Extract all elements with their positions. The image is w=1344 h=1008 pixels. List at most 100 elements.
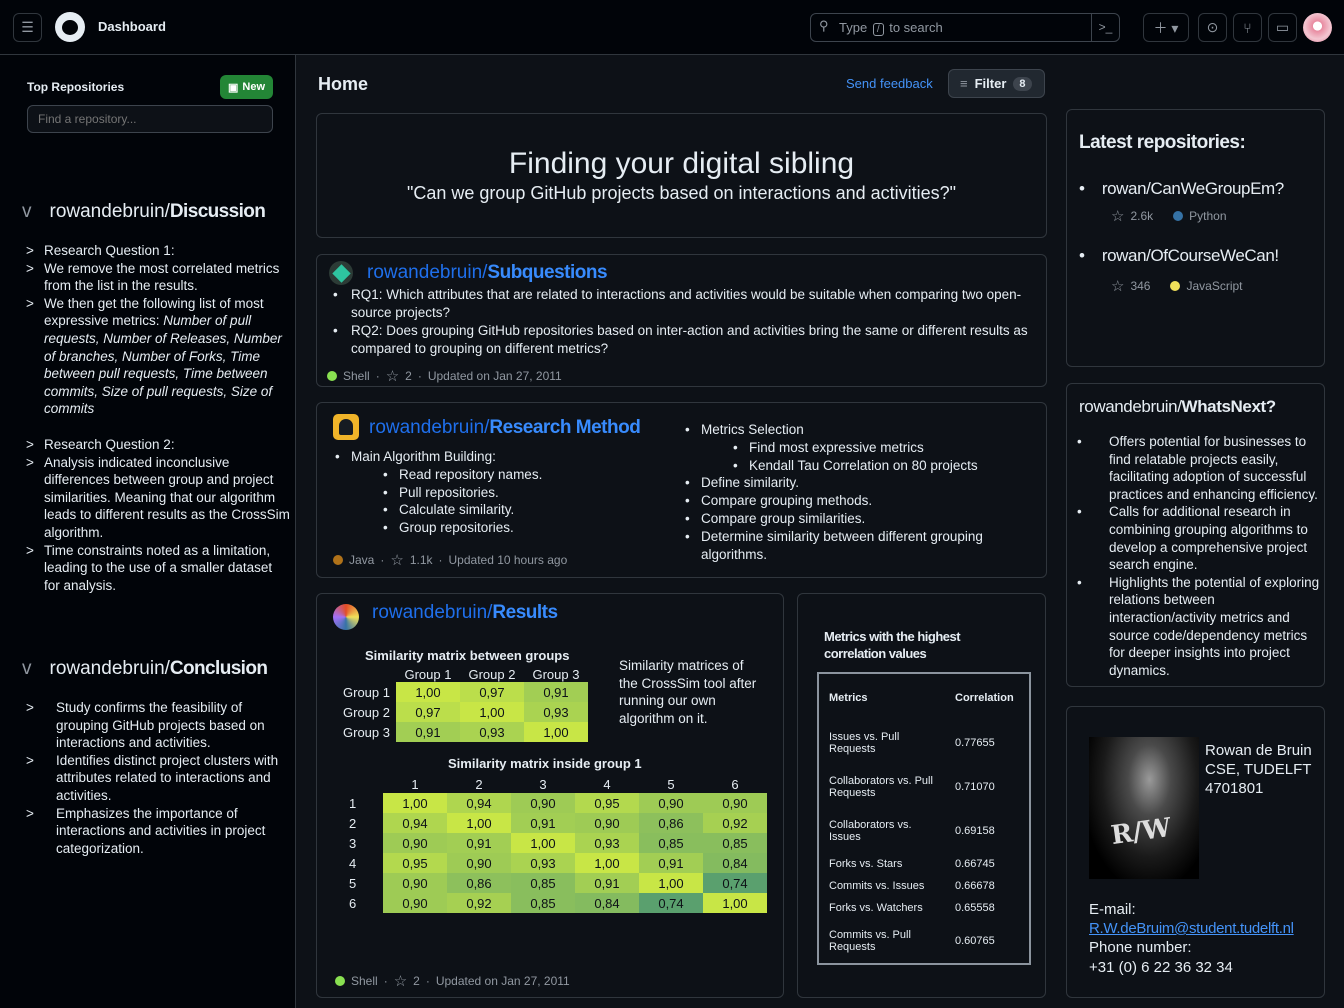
matrix-cell: 0,91: [447, 833, 511, 853]
inbox-icon[interactable]: ▭: [1268, 13, 1297, 42]
results-avatar-icon: [333, 604, 359, 630]
matrix-cell: 1,00: [575, 853, 639, 873]
search-prefix: Type: [839, 20, 868, 35]
updated-label: Updated on Jan 27, 2011: [427, 369, 562, 383]
latest-repositories-card: Latest repositories: • rowan/CanWeGroupE…: [1066, 109, 1325, 367]
cube-icon: [329, 261, 353, 285]
metrics-table-frame: Metrics Correlation Issues vs. Pull Reque…: [817, 672, 1031, 965]
matrix-cell: 0,84: [575, 893, 639, 913]
matrix-cell: 0,84: [703, 853, 767, 873]
repo-name: rowan/OfCourseWeCan!: [1101, 246, 1279, 265]
repo-name: Subquestions: [487, 262, 608, 283]
new-label: New: [242, 81, 266, 93]
star-icon[interactable]: ☆: [386, 367, 399, 385]
matrix-cell: 0,91: [511, 813, 575, 833]
matrix-cell: 0,90: [511, 793, 575, 813]
latest-repositories-title: Latest repositories:: [1079, 132, 1246, 153]
list-item: Offers potential for businesses to find …: [1075, 433, 1323, 503]
star-count: 346: [1130, 279, 1151, 293]
language-label: Shell: [351, 974, 378, 988]
research-method-repo-link[interactable]: rowandebruin/Research Method: [369, 417, 641, 439]
results-repo-link[interactable]: rowandebruin/Results: [372, 602, 558, 624]
matrix-cell: 0,86: [639, 813, 703, 833]
updated-label: Updated 10 hours ago: [448, 553, 568, 567]
list-item: Determine similarity between different g…: [683, 528, 1023, 564]
page-title[interactable]: Dashboard: [98, 19, 166, 34]
column-header: 2: [475, 776, 483, 792]
home-heading: Home: [318, 74, 369, 94]
repo-meta: ☆ 346 JavaScript: [1111, 277, 1243, 295]
list-item: Time constraints noted as a limitation, …: [26, 542, 290, 595]
chevron-down-icon[interactable]: v: [22, 201, 32, 223]
list-item: Read repository names.: [381, 466, 673, 484]
matrix-cell: 0,90: [447, 853, 511, 873]
latest-repo-item[interactable]: • rowan/OfCourseWeCan!: [1079, 246, 1279, 266]
matrix-cell: 0,74: [703, 873, 767, 893]
phone-label: Phone number:: [1089, 939, 1192, 956]
star-icon[interactable]: ☆: [390, 551, 403, 569]
matrix-cell: 1,00: [511, 833, 575, 853]
command-palette-icon[interactable]: >_: [1091, 14, 1119, 41]
matrix-cell: 0,91: [395, 722, 460, 742]
find-repository-input[interactable]: [27, 105, 273, 133]
star-icon[interactable]: ☆: [1111, 277, 1124, 295]
conclusion-header[interactable]: v rowandebruin/Conclusion: [22, 658, 268, 680]
matrix-cell: 0,85: [703, 833, 767, 853]
new-repository-button[interactable]: ▣ New: [220, 75, 273, 99]
matrix-cell: 0,90: [639, 793, 703, 813]
pull-requests-icon[interactable]: ⑂: [1233, 13, 1262, 42]
matrix-cell: 1,00: [459, 702, 524, 722]
latest-repo-item[interactable]: • rowan/CanWeGroupEm?: [1079, 179, 1284, 199]
list-item: Research Question 1:: [26, 242, 290, 260]
correlation-value: 0.69158: [955, 825, 995, 838]
row-header: Group 1: [343, 684, 390, 700]
chevron-down-icon[interactable]: v: [22, 658, 32, 680]
column-header: Group 2: [468, 667, 516, 682]
correlation-value: 0.65558: [955, 902, 995, 915]
profile-org: CSE, TUDELFT: [1205, 761, 1312, 778]
send-feedback-link[interactable]: Send feedback: [846, 76, 933, 91]
issues-icon[interactable]: ⊙: [1198, 13, 1227, 42]
metric-name: Forks vs. Stars: [829, 858, 903, 871]
list-item: Compare group similarities.: [683, 510, 1023, 528]
star-icon[interactable]: ☆: [1111, 207, 1124, 225]
metrics-card: Metrics with the highest correlation val…: [797, 593, 1046, 998]
column-header: 4: [603, 776, 611, 792]
subquestions-repo-link[interactable]: rowandebruin/Subquestions: [367, 262, 608, 284]
metric-name: Collaborators vs. Pull Requests: [829, 775, 933, 800]
discussion-header[interactable]: v rowandebruin/Discussion: [22, 201, 266, 223]
repo-owner: rowandebruin/: [367, 262, 488, 283]
list-item: We remove the most correlated metrics fr…: [26, 260, 290, 295]
metric-name: Forks vs. Watchers: [829, 902, 923, 915]
table-row: Collaborators vs. Pull Requests 0.71070: [819, 765, 1029, 809]
table-row: Issues vs. Pull Requests 0.77655: [819, 722, 1029, 766]
filter-button[interactable]: ≡ Filter 8: [948, 69, 1045, 98]
github-logo-icon[interactable]: [55, 12, 85, 42]
language-dot: [333, 555, 343, 565]
repo-owner: rowandebruin/: [1079, 397, 1182, 416]
list-item: Calculate similarity.: [381, 501, 673, 519]
list-item: RQ2: Does grouping GitHub repositories b…: [331, 322, 1031, 358]
matrix-cell: 0,90: [575, 813, 639, 833]
matrix-cell: 1,00: [703, 893, 767, 913]
profile-id: 4701801: [1205, 780, 1264, 797]
menu-button[interactable]: ☰: [13, 13, 42, 42]
matrix-cell: 0,91: [523, 682, 588, 702]
filter-count-badge: 8: [1013, 76, 1032, 91]
hero-card: Finding your digital sibling "Can we gro…: [316, 113, 1047, 238]
avatar[interactable]: [1303, 13, 1332, 42]
matrix-cell: 0,94: [447, 793, 511, 813]
star-count: 2: [405, 369, 412, 383]
search-suffix: to search: [889, 20, 943, 35]
whats-next-title[interactable]: rowandebruin/WhatsNext?: [1079, 397, 1276, 417]
star-icon[interactable]: ☆: [394, 972, 407, 990]
matrix-cell: 0,97: [459, 682, 524, 702]
email-link[interactable]: R.W.deBruim@student.tudelft.nl: [1089, 920, 1294, 937]
column-header: 5: [667, 776, 675, 792]
method-right-list: Metrics Selection Find most expressive m…: [683, 421, 1023, 563]
search-input[interactable]: ⚲ Type / to search >_: [810, 13, 1120, 42]
column-header: Correlation: [955, 691, 1014, 704]
row-header: 3: [349, 835, 357, 851]
metrics-italic: Number of pull requests, Number of Relea…: [44, 313, 282, 417]
create-new-button[interactable]: ＋ ▾: [1143, 13, 1189, 42]
